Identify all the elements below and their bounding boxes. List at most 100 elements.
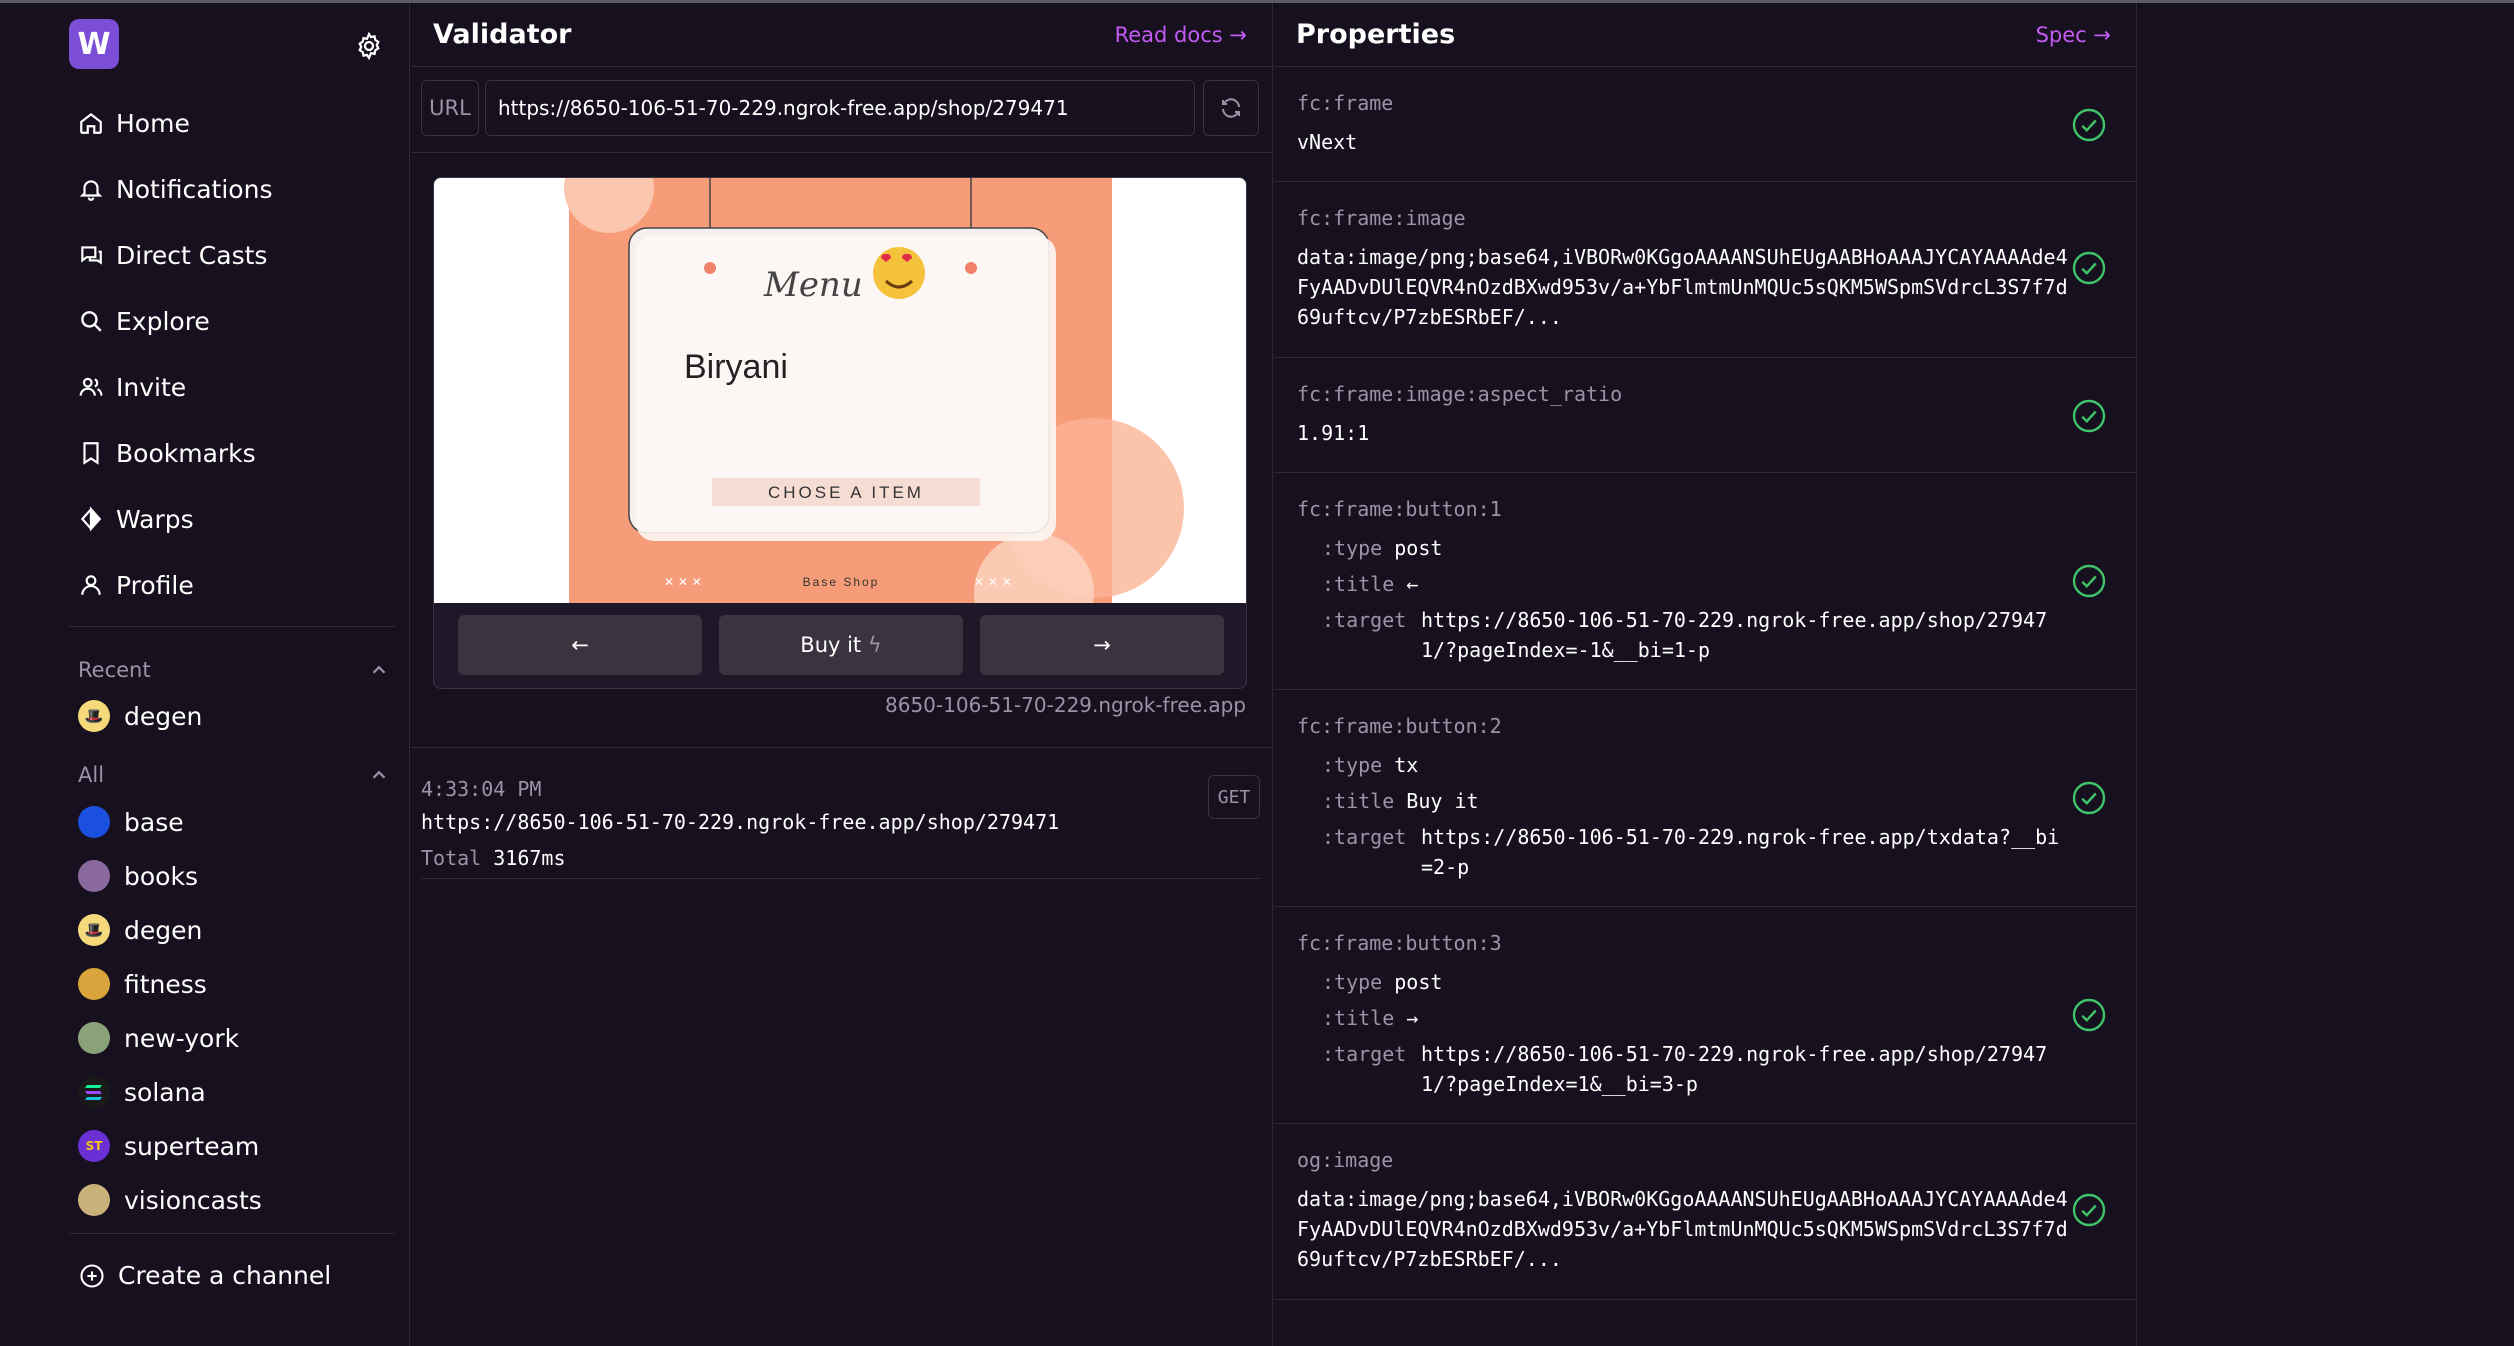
- property-row: og:image data:image/png;base64,iVBORw0KG…: [1274, 1124, 2137, 1300]
- channel-label: fitness: [124, 969, 207, 999]
- nav-label: Warps: [116, 504, 194, 534]
- frame-preview: Menu Biryani CHOSE A ITEM Base Shop ✕ ✕ …: [433, 177, 1247, 689]
- property-row: fc:frame:button:2 :type tx :title Buy it…: [1274, 690, 2137, 907]
- button-target-value: https://8650-106-51-70-229.ngrok-free.ap…: [1421, 605, 2061, 665]
- frame-button-buy-label: Buy it: [800, 633, 862, 657]
- frame-button-buy[interactable]: Buy it ϟ: [719, 615, 963, 675]
- channel-new-york[interactable]: new-york: [78, 1019, 239, 1057]
- read-docs-link[interactable]: Read docs →: [1115, 23, 1247, 47]
- log-total-label: Total: [421, 846, 482, 870]
- search-icon: [81, 311, 102, 332]
- degen-channel-icon: 🎩: [78, 914, 110, 946]
- degen-channel-icon: 🎩: [78, 700, 110, 732]
- validator-panel: Validator Read docs → URL Menu Bir: [411, 3, 1273, 1346]
- sub-value: post: [1394, 536, 1443, 560]
- arrow-right-icon: →: [1229, 23, 1247, 47]
- log-method-badge: GET: [1208, 775, 1260, 819]
- nav-notifications[interactable]: Notifications: [78, 169, 272, 209]
- url-input[interactable]: [485, 80, 1195, 136]
- channel-visioncasts[interactable]: visioncasts: [78, 1181, 262, 1219]
- property-row: fc:frame:image data:image/png;base64,iVB…: [1274, 182, 2137, 358]
- sub-value: https://8650-106-51-70-229.ngrok-free.ap…: [1421, 608, 2048, 662]
- validator-title: Validator: [433, 19, 572, 50]
- channel-label: base: [124, 807, 184, 837]
- url-bar: URL: [411, 67, 1273, 153]
- refresh-button[interactable]: [1203, 80, 1259, 136]
- channel-label: degen: [124, 915, 203, 945]
- sub-key: :title: [1322, 789, 1395, 813]
- frame-button-prev[interactable]: ←: [458, 615, 702, 675]
- button-target-label: :target: [1322, 605, 1406, 635]
- nav-label: Bookmarks: [116, 438, 256, 468]
- users-icon: [79, 377, 103, 396]
- channel-label: visioncasts: [124, 1185, 262, 1215]
- button-type-row: :type tx: [1322, 750, 1418, 780]
- sub-value: tx: [1394, 753, 1419, 777]
- nav-label: Explore: [116, 306, 210, 336]
- nav-direct-casts[interactable]: Direct Casts: [78, 235, 267, 275]
- nav-explore[interactable]: Explore: [78, 301, 210, 341]
- button-type-row: :type post: [1322, 533, 1442, 563]
- recent-section-header[interactable]: Recent: [78, 658, 390, 682]
- channel-books[interactable]: books: [78, 857, 198, 895]
- button-target-value: https://8650-106-51-70-229.ngrok-free.ap…: [1421, 822, 2061, 882]
- property-row: fc:frame:button:3 :type post :title → :t…: [1274, 907, 2137, 1124]
- bookmark-icon: [83, 442, 99, 465]
- frame-domain: 8650-106-51-70-229.ngrok-free.app: [885, 693, 1246, 717]
- frame-buttons: ← Buy it ϟ →: [434, 603, 1246, 688]
- channel-superteam[interactable]: ST superteam: [78, 1127, 259, 1165]
- log-total-value: 3167ms: [493, 846, 566, 870]
- sub-key: :target: [1322, 608, 1407, 632]
- channel-degen[interactable]: 🎩 degen: [78, 911, 202, 949]
- sidebar-divider: [69, 626, 395, 627]
- nav-profile[interactable]: Profile: [78, 565, 194, 605]
- property-key: og:image: [1297, 1148, 1394, 1172]
- item-name-text: Biryani: [684, 348, 788, 386]
- nav-bookmarks[interactable]: Bookmarks: [78, 433, 256, 473]
- chevron-up-icon[interactable]: [368, 764, 390, 786]
- check-circle-icon: [2072, 564, 2106, 598]
- home-icon: [80, 112, 102, 134]
- channel-label: books: [124, 861, 198, 891]
- log-divider: [421, 878, 1261, 879]
- nav-warps[interactable]: Warps: [78, 499, 194, 539]
- frame-image[interactable]: Menu Biryani CHOSE A ITEM Base Shop ✕ ✕ …: [434, 178, 1247, 603]
- chevron-up-icon[interactable]: [368, 659, 390, 681]
- check-circle-icon: [2072, 251, 2106, 285]
- button-title-row: :title Buy it: [1322, 786, 1479, 816]
- url-prefix: URL: [421, 80, 479, 136]
- warpcast-logo[interactable]: W: [69, 19, 119, 69]
- channel-base[interactable]: base: [78, 803, 184, 841]
- nav-invite[interactable]: Invite: [78, 367, 186, 407]
- recent-label: Recent: [78, 658, 151, 682]
- property-row: fc:frame:button:1 :type post :title ← :t…: [1274, 473, 2137, 690]
- solana-channel-icon: [78, 1076, 110, 1108]
- log-url[interactable]: https://8650-106-51-70-229.ngrok-free.ap…: [421, 810, 1059, 834]
- sub-value: →: [1406, 1006, 1419, 1030]
- lightning-icon: ϟ: [867, 633, 882, 657]
- menu-script-text: Menu: [763, 265, 863, 305]
- sub-key: :type: [1322, 970, 1383, 994]
- sub-key: :title: [1322, 1006, 1395, 1030]
- property-value: data:image/png;base64,iVBORw0KGgoAAAANSU…: [1297, 1187, 2068, 1271]
- channel-label: superteam: [124, 1131, 260, 1161]
- property-value: vNext: [1297, 130, 1358, 154]
- user-icon: [81, 575, 101, 595]
- spec-link[interactable]: Spec →: [2036, 23, 2111, 47]
- channel-solana[interactable]: solana: [78, 1073, 206, 1111]
- create-channel-button[interactable]: Create a channel: [78, 1261, 331, 1290]
- gear-icon[interactable]: [354, 31, 384, 61]
- recent-channel-degen[interactable]: 🎩 degen: [78, 697, 202, 735]
- property-key: fc:frame:button:3: [1297, 931, 1502, 955]
- all-section-header[interactable]: All: [78, 763, 390, 787]
- property-row: fc:frame:image:aspect_ratio 1.91:1: [1274, 358, 2137, 473]
- property-key: fc:frame:button:1: [1297, 497, 1502, 521]
- nav-label: Direct Casts: [116, 240, 268, 270]
- channel-label: solana: [124, 1077, 206, 1107]
- chat-icon: [81, 246, 102, 265]
- nav-home[interactable]: Home: [78, 103, 190, 143]
- spec-label: Spec: [2035, 23, 2087, 47]
- frame-button-next[interactable]: →: [980, 615, 1224, 675]
- channel-fitness[interactable]: fitness: [78, 965, 207, 1003]
- sub-value: https://8650-106-51-70-229.ngrok-free.ap…: [1421, 1042, 2048, 1096]
